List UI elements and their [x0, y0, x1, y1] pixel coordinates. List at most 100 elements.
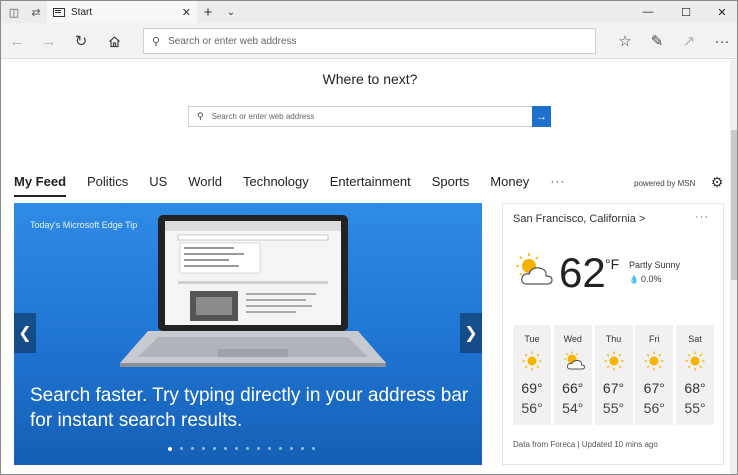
tab-preview-icon[interactable]: ◫	[3, 1, 25, 23]
feed-tab-my-feed[interactable]: My Feed	[14, 174, 67, 197]
partly-sunny-icon	[563, 351, 585, 370]
carousel-dot[interactable]	[246, 447, 249, 450]
back-button[interactable]: ←	[5, 29, 29, 53]
current-temperature: 62	[559, 249, 606, 296]
forecast-day-name: Tue	[524, 334, 540, 344]
weather-location[interactable]: San Francisco, California >	[513, 213, 645, 225]
carousel-dot[interactable]	[290, 447, 293, 450]
carousel-next-button[interactable]: ❯	[460, 313, 482, 353]
feed-tab-us[interactable]: US	[149, 174, 167, 194]
forecast-low: 55°	[602, 400, 625, 416]
share-button[interactable]: ↗	[677, 29, 701, 53]
carousel-dot[interactable]	[191, 447, 194, 450]
feed-tab-entertainment[interactable]: Entertainment	[330, 174, 411, 194]
forecast-high: 68°	[684, 380, 706, 396]
forecast-high: 67°	[602, 380, 625, 396]
carousel-dot[interactable]	[279, 447, 282, 450]
search-input[interactable]: ⚲ Search or enter web address →	[188, 106, 551, 127]
forecast-day[interactable]: Fri 67° 56°	[635, 325, 674, 425]
forecast-day[interactable]: Sat 68° 55°	[676, 325, 714, 425]
hero-headline[interactable]: Search faster. Try typing directly in yo…	[30, 383, 470, 433]
search-icon: ⚲	[152, 35, 161, 48]
carousel-dot[interactable]	[202, 447, 205, 450]
precipitation-value: 0.0%	[640, 274, 662, 284]
powered-by-msn: powered by MSN	[634, 179, 696, 188]
sun-icon	[604, 351, 623, 371]
sun-icon	[522, 351, 542, 371]
sun-icon	[644, 351, 664, 371]
home-button[interactable]	[102, 29, 126, 53]
forward-button[interactable]: →	[37, 29, 61, 53]
forecast-row: Tue 69° 56° Wed 66° 54° Thu 67° 55° Fri …	[513, 325, 714, 425]
carousel-dot[interactable]	[268, 447, 271, 450]
laptop-illustration	[120, 215, 386, 367]
tab-start[interactable]: Start ✕	[47, 1, 197, 23]
carousel-dot[interactable]	[257, 447, 260, 450]
carousel-dot[interactable]	[168, 446, 172, 451]
search-placeholder: Search or enter web address	[211, 112, 315, 121]
carousel-dot[interactable]	[180, 447, 183, 450]
feed-tab-technology[interactable]: Technology	[243, 174, 309, 194]
forecast-high: 69°	[521, 380, 543, 396]
web-note-button[interactable]: ✎	[645, 29, 669, 53]
set-aside-tabs-icon[interactable]: ⇄	[25, 1, 47, 23]
carousel-dot[interactable]	[312, 447, 315, 450]
temperature-unit[interactable]: °F	[605, 256, 619, 272]
partly-sunny-icon	[516, 253, 553, 285]
gear-icon[interactable]: ⚙	[709, 174, 725, 190]
minimize-button[interactable]: —	[631, 1, 665, 23]
forecast-day-name: Wed	[563, 334, 582, 344]
forecast-low: 56°	[643, 400, 665, 416]
forecast-high: 67°	[643, 380, 665, 396]
forecast-day-name: Sat	[688, 334, 702, 344]
home-icon	[108, 35, 120, 47]
raindrop-icon: 💧	[629, 275, 639, 284]
feed-tab-world[interactable]: World	[188, 174, 222, 194]
tab-strip: ◫ ⇄ Start ✕ + ⌄ — ☐ ✕	[1, 1, 737, 23]
close-tab-icon[interactable]: ✕	[182, 6, 191, 19]
address-placeholder: Search or enter web address	[168, 35, 297, 47]
chevron-right-icon: >	[638, 213, 646, 225]
precipitation: 💧 0.0%	[629, 274, 661, 284]
forecast-day-name: Thu	[605, 334, 622, 344]
carousel-dot[interactable]	[235, 447, 238, 450]
carousel-prev-button[interactable]: ❮	[14, 313, 36, 353]
feed-more-button[interactable]: ···	[550, 174, 565, 188]
feed-tab-politics[interactable]: Politics	[87, 174, 128, 194]
chevron-down-icon[interactable]: ⌄	[223, 1, 239, 23]
favorites-button[interactable]: ☆	[613, 29, 637, 53]
settings-more-button[interactable]: ···	[710, 29, 734, 53]
forecast-high: 66°	[562, 380, 584, 396]
start-page-icon	[53, 7, 65, 17]
sun-icon	[685, 351, 705, 371]
carousel-dot[interactable]	[224, 447, 227, 450]
feed-tab-sports[interactable]: Sports	[432, 174, 470, 194]
feed-nav: My Feed Politics US World Technology Ent…	[14, 174, 565, 197]
browser-window: ◫ ⇄ Start ✕ + ⌄ — ☐ ✕ ← → ↻ ⚲ Search or …	[0, 0, 738, 475]
feed-tab-money[interactable]: Money	[490, 174, 529, 194]
page-scrollbar[interactable]	[730, 60, 737, 474]
weather-card[interactable]: San Francisco, California > ··· 62 °F Pa…	[502, 203, 724, 465]
scrollbar-thumb[interactable]	[731, 130, 737, 280]
refresh-button[interactable]: ↻	[69, 29, 93, 53]
tab-title: Start	[71, 6, 93, 18]
page-title: Where to next?	[322, 71, 418, 87]
maximize-button[interactable]: ☐	[669, 1, 703, 23]
weather-more-button[interactable]: ···	[695, 211, 709, 223]
address-bar[interactable]: ⚲ Search or enter web address	[143, 28, 596, 54]
carousel-dot[interactable]	[213, 447, 216, 450]
search-go-button[interactable]: →	[532, 106, 551, 127]
weather-condition: Partly Sunny	[629, 260, 681, 270]
new-tab-button[interactable]: +	[200, 1, 216, 23]
forecast-day[interactable]: Tue 69° 56°	[513, 325, 551, 425]
forecast-day[interactable]: Wed 66° 54°	[553, 325, 592, 425]
hero-card[interactable]: Today's Microsoft Edge Tip Search faster…	[14, 203, 482, 465]
edge-tip-label: Today's Microsoft Edge Tip	[30, 220, 138, 230]
carousel-dot[interactable]	[301, 447, 304, 450]
forecast-low: 54°	[562, 400, 584, 416]
carousel-dots	[168, 446, 323, 451]
forecast-low: 56°	[521, 400, 543, 416]
close-window-button[interactable]: ✕	[705, 1, 737, 23]
forecast-day-name: Fri	[649, 334, 660, 344]
forecast-day[interactable]: Thu 67° 55°	[594, 325, 633, 425]
